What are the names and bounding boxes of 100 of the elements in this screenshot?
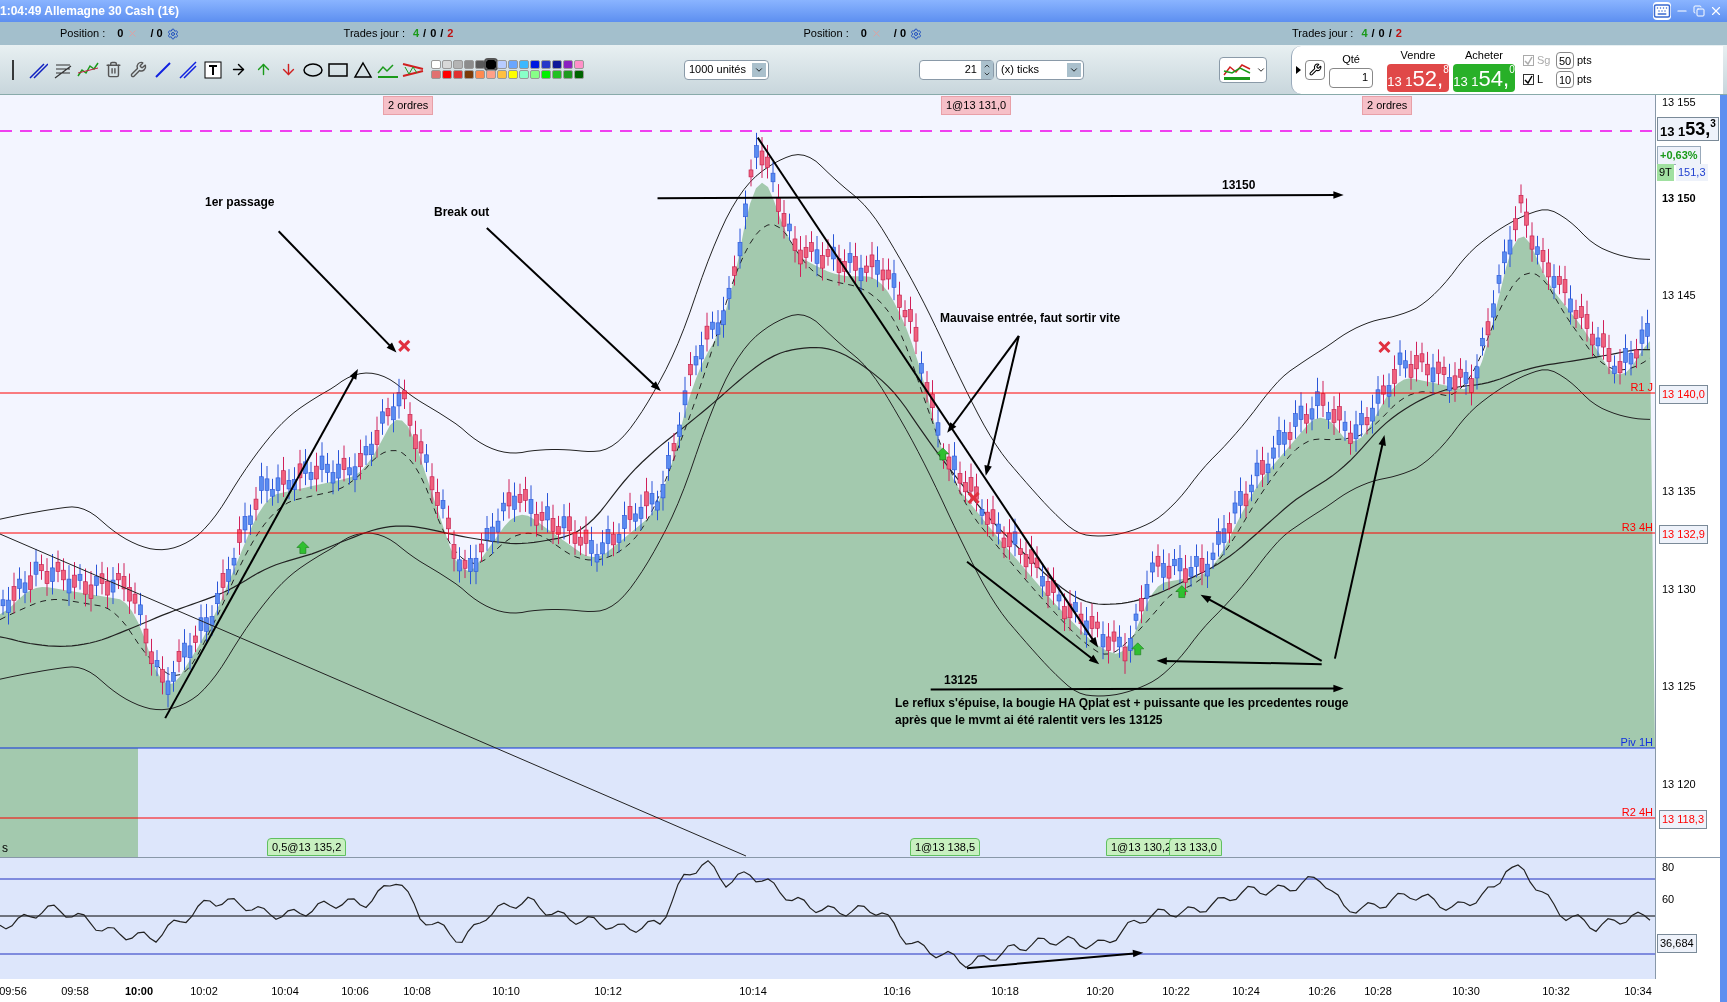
color-swatch[interactable]: [497, 60, 507, 69]
chart-note: Le reflux s'épuise, la bougie HA Qplat est + puissante que les prcedentes rouge: [895, 695, 1349, 712]
position-value: 0: [117, 26, 124, 42]
units-dropdown[interactable]: 1000 unités: [684, 59, 769, 80]
order-tag[interactable]: 2 ordres: [383, 96, 434, 115]
rsi-tick: 60: [1662, 892, 1675, 907]
option-label: Sg: [1537, 52, 1552, 68]
time-tick: 10:30: [1452, 984, 1480, 999]
position-value: 0: [860, 26, 867, 42]
period-unit-dropdown[interactable]: (x) ticks: [996, 59, 1084, 80]
color-swatch[interactable]: [431, 70, 441, 79]
close-icon[interactable]: [1709, 4, 1723, 18]
time-tick: 10:04: [271, 984, 299, 999]
position-label: Position :: [803, 26, 849, 42]
time-tick: 10:28: [1364, 984, 1392, 999]
restore-icon[interactable]: [1693, 5, 1705, 17]
color-swatch[interactable]: [563, 60, 573, 69]
time-tick: 10:34: [1624, 984, 1652, 999]
price-tick: 13 125: [1662, 679, 1696, 694]
expand-icon[interactable]: [1296, 65, 1301, 74]
time-tick: 10:24: [1232, 984, 1260, 999]
period-spinner[interactable]: 21: [919, 59, 994, 80]
color-swatch[interactable]: [464, 70, 474, 79]
position-label: Position :: [60, 26, 106, 42]
trades-won: 4: [1361, 26, 1368, 42]
time-tick: 09:56: [0, 984, 27, 999]
trades-separator: /: [440, 26, 444, 42]
indicator-menu-button[interactable]: [1219, 56, 1267, 83]
settings-icon[interactable]: [166, 27, 179, 40]
level-label: R3 4H: [1621, 520, 1653, 535]
entry-arrow-icon: [296, 541, 310, 554]
color-swatch[interactable]: [453, 60, 463, 69]
buy-label: Acheter: [1465, 48, 1503, 64]
wrench-button[interactable]: [1305, 59, 1325, 80]
price-tick: 13 135: [1662, 484, 1696, 499]
trades-separator: /: [1371, 26, 1375, 42]
time-tick: 10:00: [124, 984, 154, 999]
color-swatch[interactable]: [519, 70, 529, 79]
trades-separator: /: [1388, 26, 1392, 42]
crossed-lines-icon[interactable]: [177, 58, 199, 81]
color-swatch[interactable]: [486, 60, 496, 69]
level-value-box: 13 140,0: [1659, 385, 1708, 404]
level-label: R2 4H: [1621, 805, 1653, 820]
trades-lost: 2: [447, 26, 454, 42]
text-tool-icon[interactable]: [202, 58, 224, 81]
trades-even: 0: [1378, 26, 1385, 42]
color-swatch[interactable]: [541, 70, 551, 79]
color-swatch[interactable]: [497, 70, 507, 79]
exit-marker-icon: [1377, 340, 1391, 354]
window-title: 1:04:49 Allemagne 30 Cash (1€): [0, 3, 179, 20]
checkbox[interactable]: [1523, 73, 1534, 85]
price-tick: 13 145: [1662, 288, 1696, 303]
tick-tag: 9T: [1657, 164, 1674, 181]
time-tick: 10:14: [739, 984, 767, 999]
trades-label: Trades jour :: [343, 26, 405, 42]
color-swatch[interactable]: [508, 60, 518, 69]
price-tick: 13 150: [1662, 191, 1696, 206]
color-swatch[interactable]: [486, 70, 496, 79]
color-swatch[interactable]: [508, 70, 518, 79]
qty-label: Qté: [1342, 52, 1360, 68]
color-swatch[interactable]: [442, 70, 452, 79]
order-tag[interactable]: 2 ordres: [1362, 96, 1413, 115]
price-tick: 13 155: [1662, 95, 1696, 110]
color-swatch[interactable]: [563, 70, 573, 79]
color-swatch[interactable]: [574, 70, 584, 79]
time-tick: 10:20: [1086, 984, 1114, 999]
color-swatch[interactable]: [519, 60, 529, 69]
order-tag[interactable]: 1@13 131,0: [941, 96, 1012, 115]
time-tick: 09:58: [61, 984, 89, 999]
color-swatch[interactable]: [464, 60, 474, 69]
chart-note: Mauvaise entrée, faut sortir vite: [940, 310, 1121, 327]
time-tick: 10:10: [492, 984, 520, 999]
level-value-box: 13 132,9: [1659, 525, 1708, 544]
color-swatch[interactable]: [530, 70, 540, 79]
settings-icon[interactable]: [910, 27, 923, 40]
color-swatch[interactable]: [541, 60, 551, 69]
entry-arrow-icon: [1131, 642, 1145, 656]
time-tick: 10:16: [883, 984, 911, 999]
option-value-field[interactable]: 10: [1556, 70, 1574, 88]
time-tick: 10:18: [991, 984, 1019, 999]
entry-arrow-icon: [936, 447, 950, 461]
color-swatch[interactable]: [475, 70, 485, 79]
chart-note: 13150: [1222, 177, 1256, 194]
color-swatch[interactable]: [431, 60, 441, 69]
level-value-box: 13 118,3: [1659, 810, 1707, 829]
price-tick: 13 120: [1662, 777, 1696, 792]
keyboard-icon[interactable]: [1653, 2, 1671, 20]
exit-marker-icon: [397, 339, 411, 353]
color-swatch[interactable]: [453, 70, 463, 79]
color-swatch[interactable]: [574, 60, 584, 69]
tick-value: 151,3: [1676, 164, 1708, 181]
trades-even: 0: [430, 26, 437, 42]
color-swatch[interactable]: [442, 60, 452, 69]
option-unit: pts: [1577, 71, 1592, 87]
color-swatch[interactable]: [552, 60, 562, 69]
qty-field[interactable]: 1: [1329, 67, 1373, 88]
level-label: R1 J: [1630, 380, 1653, 395]
position-total: / 0: [893, 26, 907, 42]
color-swatch[interactable]: [530, 60, 540, 69]
color-swatch[interactable]: [552, 70, 562, 79]
